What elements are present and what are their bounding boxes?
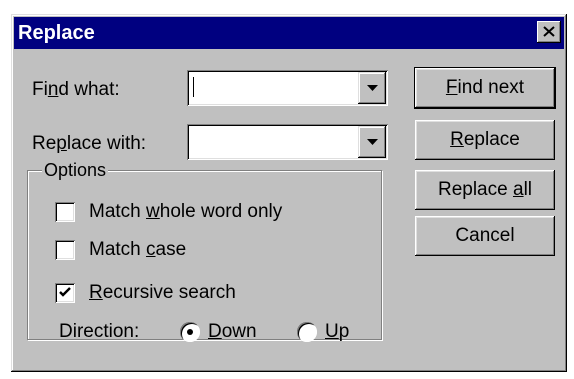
direction-down-radio[interactable] [180,322,200,342]
recursive-search-checkbox[interactable] [55,283,75,303]
match-case-label[interactable]: Match case [89,239,186,261]
replace-with-dropdown-button[interactable] [358,126,386,158]
match-whole-word-checkbox[interactable] [55,202,75,222]
find-what-label: Find what: [32,79,120,100]
find-what-dropdown-button[interactable] [358,72,386,104]
replace-button[interactable]: Replace [415,120,555,160]
text-caret [193,77,194,97]
direction-down-label[interactable]: Down [208,321,257,343]
recursive-search-label[interactable]: Recursive search [89,282,236,304]
chevron-down-icon [367,139,378,145]
close-icon [543,26,555,37]
cancel-button[interactable]: Cancel [415,216,555,256]
match-case-checkbox[interactable] [55,240,75,260]
replace-all-button[interactable]: Replace all [415,170,555,210]
replace-with-input[interactable] [191,128,351,156]
direction-label: Direction: [59,321,140,342]
replace-with-combobox[interactable] [187,124,388,160]
checkmark-icon [59,287,71,297]
direction-up-radio[interactable] [297,322,317,342]
window-title: Replace [18,22,95,44]
radio-selected-dot [187,329,193,335]
direction-up-label[interactable]: Up [325,321,349,343]
options-groupbox [27,170,382,340]
find-what-combobox[interactable] [187,70,388,106]
options-legend: Options [42,160,109,180]
find-next-button[interactable]: Find next [415,68,555,108]
chevron-down-icon [367,85,378,91]
title-bar[interactable]: Replace [14,17,564,49]
match-whole-word-label[interactable]: Match whole word only [89,201,282,223]
close-button[interactable] [537,21,561,43]
replace-with-label: Replace with: [32,133,147,154]
find-what-input[interactable] [191,74,351,102]
